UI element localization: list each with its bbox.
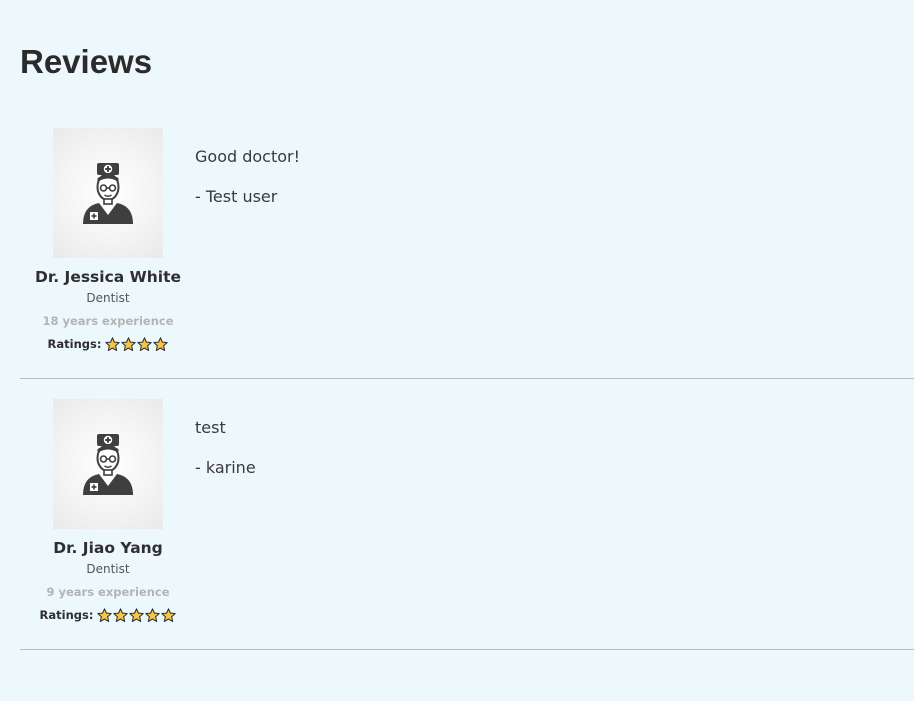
star-icon: [113, 607, 129, 622]
rating-stars: [97, 607, 177, 623]
star-icon: [161, 607, 177, 622]
doctor-card[interactable]: Dr. Jiao Yang Dentist 9 years experience…: [20, 399, 196, 623]
review-body: Good doctor! - Test user: [195, 147, 300, 207]
review-text: Good doctor!: [195, 147, 301, 166]
ratings-label: Ratings:: [47, 337, 102, 351]
doctor-experience: 9 years experience: [46, 585, 170, 599]
doctor-avatar-icon: [83, 163, 133, 224]
review-body: test - karine: [195, 418, 256, 478]
doctor-specialty: Dentist: [86, 562, 130, 576]
page-title: Reviews: [20, 43, 153, 80]
star-icon: [137, 336, 153, 351]
doctor-name: Dr. Jessica White: [34, 268, 182, 286]
doctor-name: Dr. Jiao Yang: [53, 539, 163, 557]
review-list: Dr. Jessica White Dentist 18 years exper…: [20, 108, 914, 650]
doctor-specialty: Dentist: [86, 291, 130, 305]
doctor-experience: 18 years experience: [42, 314, 174, 328]
review-author: - karine: [195, 458, 256, 477]
doctor-ratings: Ratings:: [20, 607, 196, 623]
review-item: Dr. Jiao Yang Dentist 9 years experience…: [20, 379, 914, 650]
review-author: - Test user: [195, 187, 278, 206]
star-icon: [97, 607, 113, 622]
doctor-avatar: [53, 128, 163, 258]
doctor-avatar-icon: [83, 434, 133, 495]
review-item: Dr. Jessica White Dentist 18 years exper…: [20, 108, 914, 379]
star-icon: [105, 336, 121, 351]
doctor-ratings: Ratings:: [20, 336, 196, 352]
ratings-label: Ratings:: [39, 608, 94, 622]
review-text: test: [195, 418, 226, 437]
rating-stars: [105, 336, 169, 352]
star-icon: [121, 336, 137, 351]
doctor-card[interactable]: Dr. Jessica White Dentist 18 years exper…: [20, 128, 196, 352]
star-icon: [153, 336, 169, 351]
star-icon: [145, 607, 161, 622]
doctor-avatar: [53, 399, 163, 529]
star-icon: [129, 607, 145, 622]
